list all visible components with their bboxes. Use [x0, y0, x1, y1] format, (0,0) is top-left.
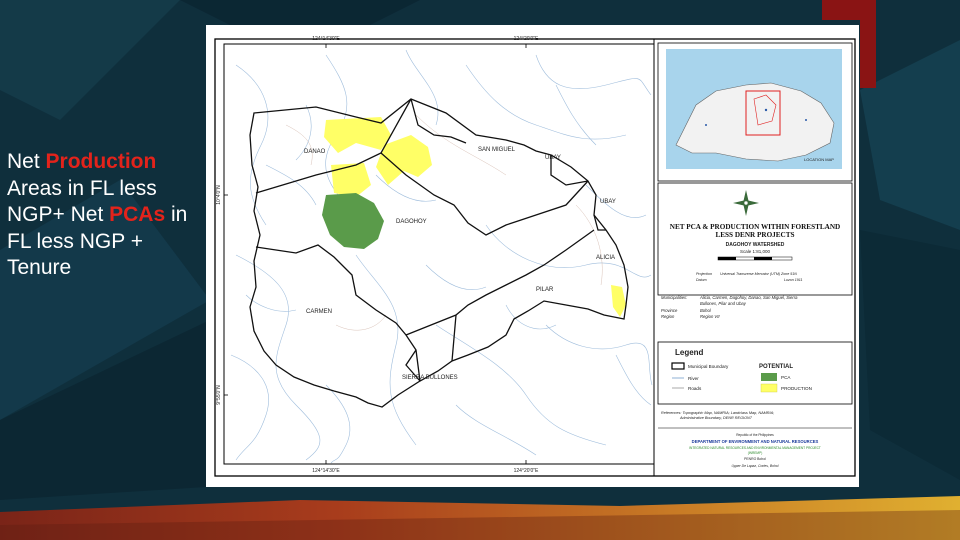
references-block: References: Topographic Map, NAMRIA; Lan… [658, 411, 852, 429]
region-label: Region [661, 314, 675, 319]
agency-block: Republic of the Philippines DEPARTMENT O… [689, 433, 821, 468]
map-image: 124°14'30"E 124°20'0"E 124°14'30"E 124°2… [206, 25, 859, 487]
coord-label-top-right: 124°20'0"E [514, 36, 539, 42]
scale-bar [717, 256, 793, 261]
location-map: LOCATION MAP [657, 42, 853, 182]
title-block: NET PCA & PRODUCTION WITHIN FORESTLAND L… [657, 182, 853, 296]
slide-caption: Net Production Areas in FL less NGP+ Net… [7, 149, 207, 282]
watershed-name: DAGOHOY WATERSHED [726, 242, 785, 248]
legend-swatch-boundary [671, 362, 685, 370]
highlight-production: Production [45, 150, 157, 173]
map-frame [223, 43, 655, 465]
map-title-line1: NET PCA & PRODUCTION WITHIN FORESTLAND [670, 223, 840, 231]
label-san-miguel: SAN MIGUEL [478, 147, 516, 153]
scale-text: Scale 1:81,000 [740, 249, 771, 254]
coord-label-left-top: 10°4'0"N [216, 185, 222, 205]
caption-text: Tenure [7, 256, 72, 279]
municipalities-value: Alicia, Carmen, Dagohoy, Danao, San Migu… [699, 295, 798, 300]
label-carmen: CARMEN [306, 309, 332, 315]
project-acronym: (INREMP) [748, 451, 763, 455]
datum-label: Datum [696, 278, 707, 282]
province-label: Province [661, 308, 678, 313]
coord-label-left-bottom: 9°55'0"N [216, 385, 222, 405]
legend-production: PRODUCTION [781, 386, 812, 391]
legend-pca: PCA [781, 375, 791, 380]
legend-river: River [688, 376, 699, 381]
legend-swatch-production [760, 383, 778, 393]
label-dagohoy: DAGOHOY [396, 219, 427, 225]
legend-title: Legend [675, 348, 704, 357]
municipalities-value-cont: Bullones, Pilar and Ubay [700, 301, 747, 306]
label-sierra-bullones: SIERRA BULLONES [402, 375, 458, 381]
map-title-line2: LESS DENR PROJECTS [715, 231, 794, 239]
legend-municipal-boundary: Municipal Boundary [688, 364, 729, 369]
caption-text: FL less NGP + [7, 229, 143, 253]
projection-label: Projection [696, 272, 712, 276]
datum-value: Luzon 1911 [784, 278, 803, 282]
highlight-pcas: PCAs [109, 203, 166, 226]
legend-swatch-pca [761, 373, 777, 381]
region-value: Region VII [700, 314, 720, 319]
label-alicia: ALICIA [596, 255, 615, 261]
address-text: Upper De Lapaz, Cortes, Bohol [731, 464, 778, 468]
municipalities-label: Municipalities: [661, 295, 687, 300]
project-text: INTEGRATED NATURAL RESOURCES AND ENVIRON… [689, 446, 821, 450]
label-ubay-right: UBAY [600, 199, 616, 205]
coord-label-bottom-left: 124°14'30"E [312, 468, 340, 474]
map-area: 124°14'30"E 124°20'0"E 124°14'30"E 124°2… [216, 36, 653, 474]
legend-potential-title: POTENTIAL [759, 364, 793, 370]
label-ubay-top: UBAY [545, 155, 561, 161]
coord-label-top-left: 124°14'30"E [312, 36, 340, 42]
references-line2: Administrative Boundary, DENR REGION7 [679, 416, 753, 420]
caption-text: NGP+ Net [7, 203, 110, 226]
republic-text: Republic of the Philippines [736, 433, 774, 437]
label-danao: DANAO [304, 149, 326, 155]
legend: Legend Municipal Boundary River Roads PO… [657, 341, 853, 405]
legend-roads: Roads [688, 386, 702, 391]
projection-value: Universal Transverse Mercator (UTM) Zone… [720, 272, 797, 276]
label-pilar: PILAR [536, 287, 554, 293]
references-line1: References: Topographic Map, NAMRIA; Lan… [661, 411, 774, 415]
province-value: Bohol [700, 308, 712, 313]
location-map-label: LOCATION MAP [804, 157, 834, 162]
info-block: Municipalities: Alicia, Carmen, Dagohoy,… [661, 295, 798, 319]
caption-text: Net [7, 150, 46, 173]
penro-text: PENRO Bohol [744, 457, 766, 461]
pca-areas [322, 193, 384, 249]
coord-label-bottom-right: 124°20'0"E [514, 468, 539, 474]
caption-text: Areas in FL less [7, 176, 157, 200]
caption-text: in [165, 203, 188, 226]
department-text: DEPARTMENT OF ENVIRONMENT AND NATURAL RE… [692, 439, 819, 444]
